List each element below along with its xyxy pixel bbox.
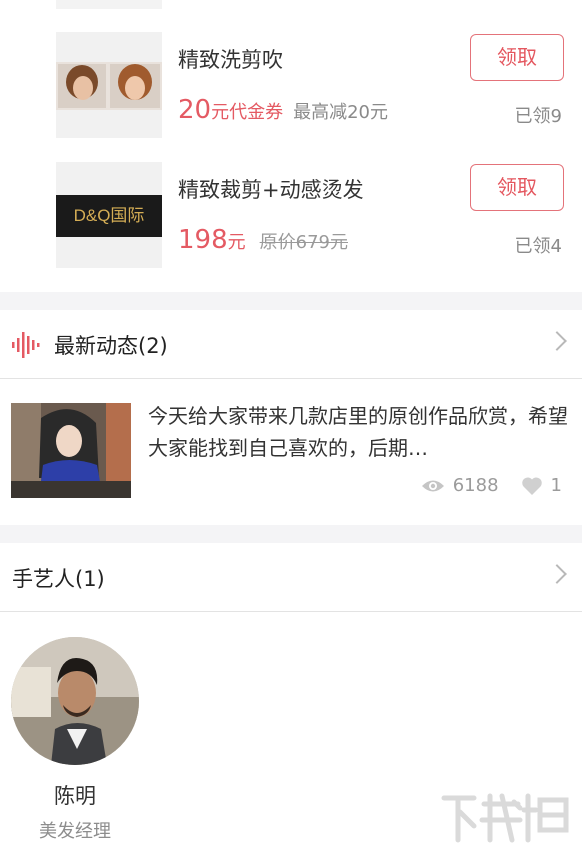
claimed-count: 已领9 [514,106,562,127]
section-gap [0,525,582,543]
offer-item[interactable]: D&Q国际 精致裁剪+动感烫发 198元 原价679元 领取 已领4 [0,162,582,280]
chevron-right-icon[interactable] [547,564,567,584]
news-section-header[interactable]: 最新动态(2) [0,310,582,380]
price-value: 20 [178,95,212,125]
post-stats: 6188 1 [421,475,562,496]
price-unit: 元 [227,232,246,253]
offer-price: 198元 原价679元 [178,225,348,255]
offer-thumbnail [56,32,162,138]
price-value: 198 [178,225,228,255]
price-unit: 元代金券 [211,102,284,123]
artisans-section-header[interactable]: 手艺人(1) [0,543,582,613]
original-price: 原价679元 [259,232,348,253]
like-count: 1 [550,475,562,496]
heart-icon[interactable] [521,476,543,496]
artisan-role: 美发经理 [39,821,111,842]
offer-title: 精致裁剪+动感烫发 [178,178,364,202]
previous-item-thumbnail [56,0,162,9]
post-text: 今天给大家带来几款店里的原创作品欣赏，希望大家能找到自己喜欢的，后期… [148,404,568,460]
view-count: 6188 [452,475,499,496]
section-gap [0,292,582,310]
brand-logo-text: D&Q国际 [73,206,145,225]
eye-icon [421,480,444,491]
post-image [11,403,131,498]
section-title: 最新动态(2) [54,334,168,358]
section-title: 手艺人(1) [12,567,105,591]
offer-thumbnail: D&Q国际 [56,162,162,268]
shop-page: 精致洗剪吹 20元代金券 最高减20元 领取 已领9 D&Q国际 精致裁剪+动感烫… [0,0,582,854]
divider [0,378,582,379]
claim-button[interactable]: 领取 [470,164,564,211]
price-note: 最高减20元 [293,102,388,123]
offer-price: 20元代金券 最高减20元 [178,95,388,125]
chevron-right-icon[interactable] [547,331,567,351]
offer-title: 精致洗剪吹 [178,48,283,72]
claim-button[interactable]: 领取 [470,34,564,81]
offer-item[interactable]: 精致洗剪吹 20元代金券 最高减20元 领取 已领9 [0,32,582,150]
sound-wave-icon [12,332,40,358]
watermark-logo [441,793,569,843]
claimed-count: 已领4 [514,236,562,257]
news-post[interactable]: 今天给大家带来几款店里的原创作品欣赏，希望大家能找到自己喜欢的，后期… 6188… [0,380,582,525]
avatar [11,637,139,765]
artisan-name: 陈明 [54,784,96,808]
